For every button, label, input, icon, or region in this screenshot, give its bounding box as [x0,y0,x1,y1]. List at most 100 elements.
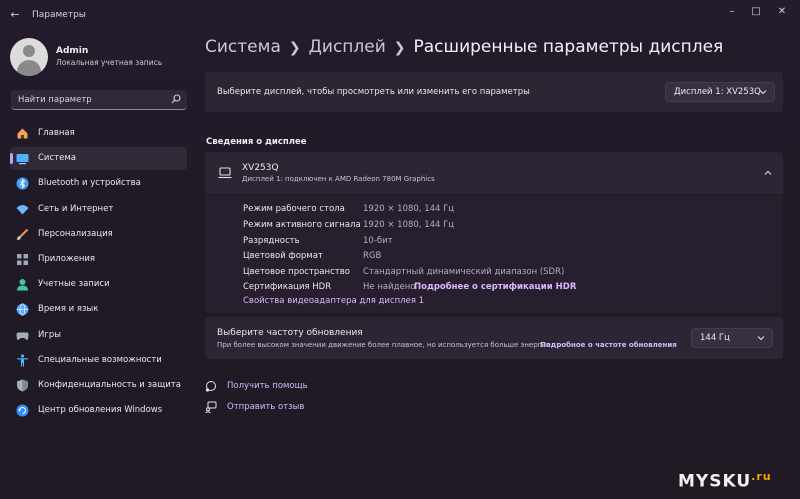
profile-account-type: Локальная учетная запись [56,58,163,67]
detail-key: Режим активного сигнала [243,220,361,230]
sidebar-item-gaming[interactable]: Игры [10,324,187,347]
sidebar-item-label: Система [38,153,76,164]
sidebar-item-apps[interactable]: Приложения [10,248,187,271]
display-select-label: Выберите дисплей, чтобы просмотреть или … [217,87,530,97]
display-dropdown[interactable]: Дисплей 1: XV253Q [665,82,775,102]
sidebar-item-label: Время и язык [38,304,99,315]
sidebar-item-label: Сеть и Интернет [38,203,114,214]
detail-key: Цветовой формат [243,251,323,261]
watermark: MYSKU.ru [678,470,772,492]
profile-name: Admin [56,46,89,56]
hdr-certification-link[interactable]: Подробнее о сертификации HDR [414,282,576,292]
detail-value: RGB [363,251,382,261]
sidebar-item-privacy[interactable]: Конфиденциальность и защита [10,374,187,397]
detail-row-bit-depth: Разрядность 10-бит [243,236,763,250]
breadcrumb: Система ❯ Дисплей ❯ Расширенные параметры ди… [205,37,723,57]
monitor-info-header[interactable]: XV253Q Дисплей 1: подключен к AMD Radeon… [205,152,783,194]
sidebar-nav: Главная Система Bluetooth и устройства Сеть… [10,122,187,424]
display-select-card: Выберите дисплей, чтобы просмотреть или … [205,72,783,112]
avatar [10,38,48,76]
refresh-rate-description: При более высоком значении движение боле… [217,341,551,349]
apps-icon [16,253,29,266]
breadcrumb-display[interactable]: Дисплей [309,37,386,57]
detail-value: Не найдено [363,282,416,292]
chevron-up-icon[interactable] [763,168,773,178]
detail-row-desktop-mode: Режим рабочего стола 1920 × 1080, 144 Гц [243,204,763,218]
sidebar-item-accessibility[interactable]: Специальные возможности [10,349,187,372]
sidebar-item-label: Специальные возможности [38,354,162,365]
person-icon [16,278,29,291]
chevron-right-icon: ❯ [288,40,301,56]
help-chat-icon [205,381,216,392]
search-input[interactable]: Найти параметр [18,95,92,105]
close-button[interactable]: ✕ [770,4,794,20]
globe-clock-icon [16,303,29,316]
detail-row-color-format: Цветовой формат RGB [243,251,763,265]
feedback-link[interactable]: Отправить отзыв [227,402,304,412]
sidebar-item-system[interactable]: Система [10,147,187,171]
sidebar-item-label: Приложения [38,253,96,264]
sidebar-item-bluetooth[interactable]: Bluetooth и устройства [10,172,187,195]
adapter-properties-link[interactable]: Свойства видеоадаптера для дисплея 1 [243,296,424,306]
wifi-icon [16,203,29,216]
detail-row-signal-mode: Режим активного сигнала 1920 × 1080, 144… [243,220,763,234]
monitor-name: XV253Q [242,163,279,173]
accessibility-icon [16,354,29,367]
back-arrow-icon[interactable]: ← [8,8,22,22]
sidebar-item-label: Bluetooth и устройства [38,178,141,189]
brush-icon [16,228,29,241]
chevron-right-icon: ❯ [393,40,406,56]
chevron-down-icon [757,336,765,341]
detail-value: 10-бит [363,236,393,246]
sidebar-item-accounts[interactable]: Учетные записи [10,273,187,296]
sidebar-item-personalization[interactable]: Персонализация [10,223,187,246]
monitor-details: Режим рабочего стола 1920 × 1080, 144 Гц… [205,195,783,313]
title-bar: ← Параметры – □ ✕ [0,0,800,30]
active-indicator [10,153,13,165]
watermark-text: MYSKU [678,471,752,492]
window-title: Параметры [32,10,86,20]
monitor-description: Дисплей 1: подключен к AMD Radeon 780M G… [242,175,435,183]
display-dropdown-value: Дисплей 1: XV253Q [674,87,761,97]
gamepad-icon [16,329,29,342]
sidebar-item-label: Учетные записи [38,279,110,290]
page-title: Расширенные параметры дисплея [413,37,724,57]
detail-value: 1920 × 1080, 144 Гц [363,204,455,214]
shield-icon [16,379,29,392]
detail-value: 1920 × 1080, 144 Гц [363,220,455,230]
detail-key: Режим рабочего стола [243,204,345,214]
refresh-rate-card: Выберите частоту обновления При более вы… [205,317,783,359]
get-help-link[interactable]: Получить помощь [227,381,308,391]
search-box[interactable]: Найти параметр [11,90,187,110]
sidebar-item-home[interactable]: Главная [10,122,187,145]
bluetooth-icon [16,177,29,190]
sidebar-item-label: Главная [38,128,75,138]
sidebar-item-label: Персонализация [38,228,113,239]
detail-key: Разрядность [243,236,300,246]
sidebar-item-time[interactable]: Время и язык [10,298,187,321]
chevron-down-icon [759,90,767,95]
detail-value: Стандартный динамический диапазон (SDR) [363,267,565,277]
sidebar-item-label: Игры [38,329,61,340]
feedback-icon [205,401,217,413]
refresh-rate-title: Выберите частоту обновления [217,328,363,338]
detail-row-color-space: Цветовое пространство Стандартный динами… [243,267,763,281]
breadcrumb-system[interactable]: Система [205,37,281,57]
update-icon [16,404,29,417]
sidebar-item-label: Конфиденциальность и защита [38,379,181,390]
refresh-rate-link[interactable]: Подробное о частоте обновления [540,341,677,349]
home-icon [16,127,29,140]
sidebar-item-network[interactable]: Сеть и Интернет [10,198,187,221]
search-icon[interactable] [171,94,181,104]
refresh-rate-dropdown[interactable]: 144 Гц [691,328,773,348]
maximize-button[interactable]: □ [744,4,768,20]
settings-window: ← Параметры – □ ✕ Admin Локальная учетна… [0,0,800,499]
watermark-suffix: .ru [751,470,772,483]
minimize-button[interactable]: – [720,4,744,20]
detail-row-hdr: Сертификация HDR Не найдено Подробнее о … [243,282,763,296]
sidebar-item-update[interactable]: Центр обновления Windows [10,399,187,422]
monitor-icon [16,152,29,165]
detail-key: Цветовое пространство [243,267,350,277]
laptop-icon [218,167,232,179]
refresh-rate-value: 144 Гц [700,333,730,343]
